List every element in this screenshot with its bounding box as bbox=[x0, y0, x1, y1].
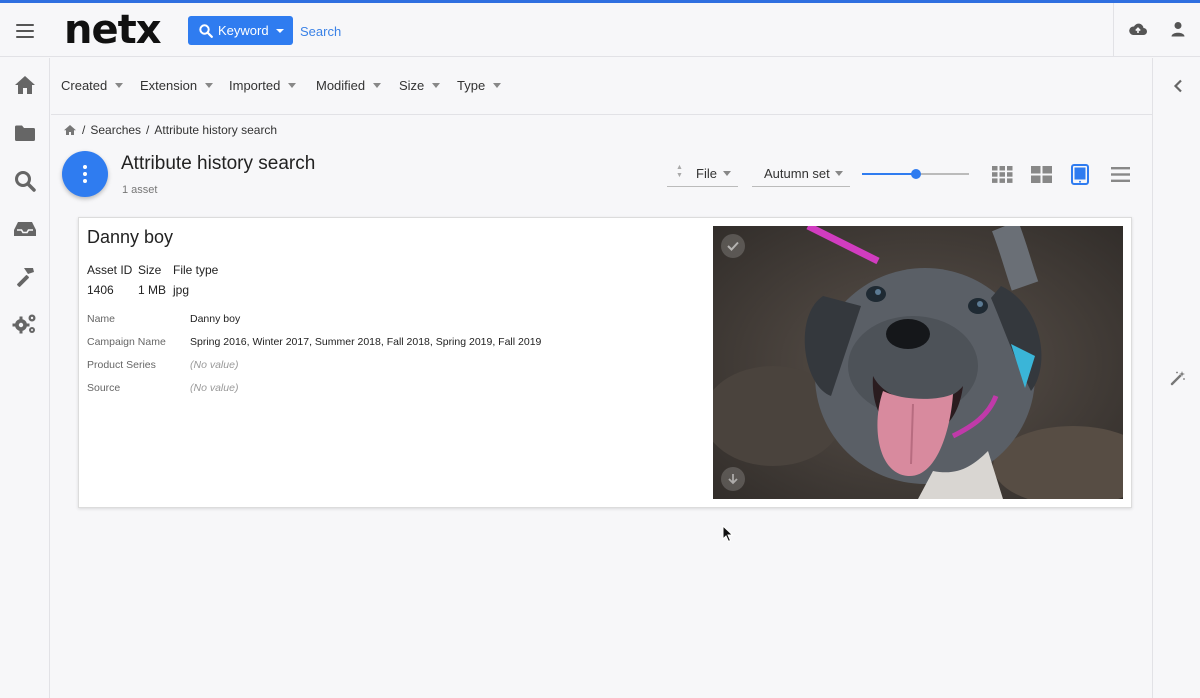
hamburger-menu-icon[interactable] bbox=[16, 24, 34, 38]
attr-label-name: Name bbox=[87, 313, 116, 325]
filter-label: Created bbox=[61, 78, 108, 93]
download-icon[interactable] bbox=[721, 467, 745, 491]
grid-small-icon[interactable] bbox=[991, 163, 1013, 185]
sort-label: File bbox=[696, 166, 717, 181]
filter-label: Extension bbox=[140, 78, 198, 93]
search-input[interactable] bbox=[300, 17, 800, 45]
right-panel bbox=[1152, 58, 1200, 698]
filter-label: Modified bbox=[316, 78, 366, 93]
caret-down-icon bbox=[115, 83, 124, 88]
magic-wand-icon[interactable] bbox=[1170, 370, 1186, 386]
caret-down-icon bbox=[835, 171, 843, 176]
filter-label: Type bbox=[457, 78, 486, 93]
sort-arrows-icon: ▲ ▼ bbox=[676, 164, 683, 179]
caret-down-icon bbox=[275, 28, 284, 33]
search-icon bbox=[199, 23, 213, 38]
attr-label-source: Source bbox=[87, 382, 121, 394]
app-bar: netx Keyword bbox=[0, 3, 1200, 57]
page-title: Attribute history search bbox=[121, 153, 316, 174]
grid-large-icon[interactable] bbox=[1030, 163, 1052, 185]
asset-id-value: 1406 bbox=[87, 283, 114, 297]
filter-bar: Created Extension Imported Modified Size… bbox=[51, 58, 1152, 115]
inbox-icon[interactable] bbox=[12, 216, 38, 242]
tablet-view-icon[interactable] bbox=[1069, 163, 1091, 185]
filter-modified[interactable]: Modified bbox=[316, 78, 382, 93]
file-type-value: jpg bbox=[173, 283, 190, 297]
slider-fill bbox=[862, 173, 916, 175]
home-icon[interactable] bbox=[63, 124, 77, 136]
search-icon[interactable] bbox=[12, 168, 38, 194]
upload-cloud-icon[interactable] bbox=[1128, 21, 1148, 37]
breadcrumb: / Searches / Attribute history search bbox=[63, 123, 277, 137]
asset-thumbnail[interactable] bbox=[713, 226, 1123, 499]
divider bbox=[1113, 3, 1114, 57]
list-view-icon[interactable] bbox=[1109, 163, 1131, 185]
filter-type[interactable]: Type bbox=[457, 78, 502, 93]
filter-imported[interactable]: Imported bbox=[229, 78, 297, 93]
keyword-mode-label: Keyword bbox=[218, 23, 269, 38]
filter-created[interactable]: Created bbox=[61, 78, 124, 93]
breadcrumb-current: Attribute history search bbox=[154, 123, 278, 137]
breadcrumb-searches[interactable]: Searches bbox=[90, 123, 141, 137]
attr-value-name: Danny boy bbox=[190, 313, 241, 325]
attr-label-product-series: Product Series bbox=[87, 359, 156, 371]
left-nav bbox=[0, 58, 50, 698]
filter-extension[interactable]: Extension bbox=[140, 78, 214, 93]
logo[interactable]: netx bbox=[64, 7, 162, 53]
asset-id-header: Asset ID bbox=[87, 263, 133, 277]
caret-down-icon bbox=[432, 83, 441, 88]
home-icon[interactable] bbox=[12, 72, 38, 98]
breadcrumb-sep: / bbox=[82, 123, 86, 137]
caret-down-icon bbox=[493, 83, 502, 88]
caret-down-icon bbox=[373, 83, 382, 88]
zoom-slider[interactable] bbox=[862, 168, 969, 180]
chevron-left-icon[interactable] bbox=[1173, 79, 1183, 93]
attr-value-source: (No value) bbox=[190, 382, 239, 394]
actions-menu-button[interactable] bbox=[62, 151, 108, 197]
folder-icon[interactable] bbox=[12, 120, 38, 146]
slider-knob[interactable] bbox=[911, 169, 921, 179]
filter-label: Size bbox=[399, 78, 425, 93]
filter-label: Imported bbox=[229, 78, 281, 93]
caret-down-icon bbox=[288, 83, 297, 88]
attr-label-campaign: Campaign Name bbox=[87, 336, 166, 348]
mouse-pointer-icon bbox=[722, 525, 734, 543]
puppy-photo bbox=[713, 226, 1123, 499]
keyword-mode-button[interactable]: Keyword bbox=[188, 16, 293, 45]
file-type-header: File type bbox=[173, 263, 219, 277]
sort-select[interactable]: ▲ ▼ File bbox=[667, 161, 738, 187]
gears-icon[interactable] bbox=[12, 311, 38, 337]
size-header: Size bbox=[138, 263, 162, 277]
attr-value-product-series: (No value) bbox=[190, 359, 239, 371]
asset-card[interactable]: Danny boy Asset ID Size File type 1406 1… bbox=[78, 217, 1132, 508]
hammer-icon[interactable] bbox=[12, 264, 38, 290]
asset-title: Danny boy bbox=[87, 227, 174, 247]
asset-count: 1 asset bbox=[122, 184, 158, 196]
set-select[interactable]: Autumn set bbox=[752, 161, 850, 187]
size-value: 1 MB bbox=[138, 283, 167, 297]
set-label: Autumn set bbox=[764, 166, 830, 181]
filter-size[interactable]: Size bbox=[399, 78, 441, 93]
caret-down-icon bbox=[723, 171, 731, 176]
caret-down-icon bbox=[205, 83, 214, 88]
select-check-icon[interactable] bbox=[721, 234, 745, 258]
attr-value-campaign: Spring 2016, Winter 2017, Summer 2018, F… bbox=[190, 336, 542, 348]
user-icon[interactable] bbox=[1170, 21, 1186, 37]
breadcrumb-sep: / bbox=[146, 123, 150, 137]
